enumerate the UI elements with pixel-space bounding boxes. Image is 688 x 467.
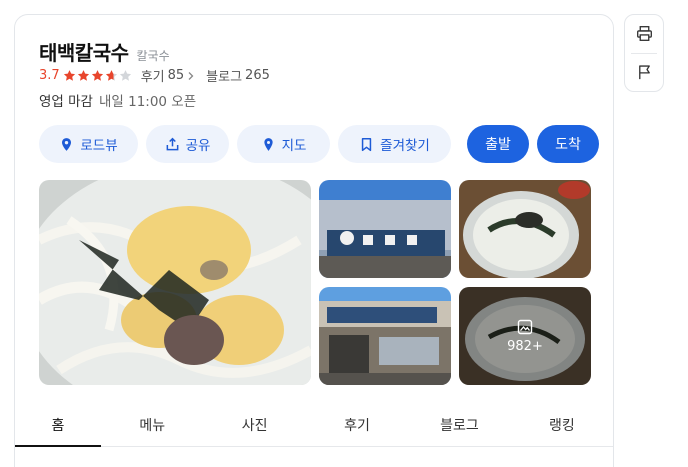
star-icon — [77, 69, 90, 82]
tab-menu[interactable]: 메뉴 — [101, 403, 203, 446]
print-button[interactable] — [625, 15, 663, 53]
arrive-button[interactable]: 도착 — [537, 125, 599, 163]
star-icon — [63, 69, 76, 82]
tab-photos[interactable]: 사진 — [203, 403, 305, 446]
print-icon — [636, 26, 652, 42]
star-icon — [91, 69, 104, 82]
more-photos-overlay: 982+ — [459, 287, 591, 385]
map-button[interactable]: 지도 — [237, 125, 330, 163]
review-link[interactable]: 후기 85 — [141, 66, 196, 85]
bookmark-icon — [361, 137, 372, 151]
favorite-label: 즐겨찾기 — [380, 138, 430, 154]
rating-row: 3.7 후기 85 블로그 265 — [39, 66, 280, 85]
tab-ranking[interactable]: 랭킹 — [511, 403, 613, 446]
tab-bar: 홈 메뉴 사진 후기 블로그 랭킹 — [15, 403, 613, 447]
more-photos-count: 982+ — [507, 338, 543, 354]
share-label: 공유 — [185, 138, 211, 154]
action-bar: 로드뷰 공유 지도 즐겨찾기 출발 도착 — [39, 125, 599, 163]
star-rating — [63, 69, 133, 82]
place-category: 칼국수 — [136, 49, 170, 63]
review-count: 85 — [167, 68, 185, 83]
roadview-button[interactable]: 로드뷰 — [39, 125, 138, 163]
blog-link[interactable]: 블로그 265 — [206, 66, 270, 85]
photo-gallery: 982+ — [39, 180, 591, 385]
photo-icon — [517, 319, 533, 334]
tab-home[interactable]: 홈 — [15, 403, 101, 447]
next-open-time: 내일 11:00 오픈 — [98, 94, 197, 110]
review-label: 후기 — [140, 70, 165, 85]
street-photo[interactable] — [319, 287, 451, 385]
place-card: 태백칼국수 칼국수 3.7 후기 85 블로그 265 영업 마감 내일 11:… — [14, 14, 614, 467]
blog-label: 블로그 — [206, 70, 243, 85]
star-empty-icon — [119, 69, 132, 82]
business-status: 영업 마감 내일 11:00 오픈 — [39, 90, 196, 110]
main-photo[interactable] — [39, 180, 311, 385]
place-name: 태백칼국수 — [39, 41, 129, 65]
share-button[interactable]: 공유 — [146, 125, 229, 163]
map-label: 지도 — [281, 138, 307, 154]
more-photos-tile[interactable]: 982+ — [459, 287, 591, 385]
tab-reviews[interactable]: 후기 — [306, 403, 408, 446]
map-pin-icon — [263, 137, 273, 151]
status-closed: 영업 마감 — [39, 94, 93, 110]
title-row: 태백칼국수 칼국수 — [39, 37, 170, 66]
share-icon — [166, 137, 178, 150]
tab-blog[interactable]: 블로그 — [408, 403, 510, 446]
roadview-label: 로드뷰 — [80, 138, 118, 154]
rating-score: 3.7 — [39, 68, 60, 83]
side-toolbar — [624, 14, 664, 92]
storefront-photo[interactable] — [319, 180, 451, 278]
chevron-right-icon — [188, 71, 194, 80]
blog-count: 265 — [245, 68, 270, 83]
location-pin-icon — [62, 137, 72, 151]
flag-icon — [638, 65, 650, 79]
star-half-icon — [105, 69, 118, 82]
favorite-button[interactable]: 즐겨찾기 — [338, 125, 451, 163]
depart-button[interactable]: 출발 — [467, 125, 529, 163]
dish-photo[interactable] — [459, 180, 591, 278]
report-button[interactable] — [625, 53, 663, 91]
